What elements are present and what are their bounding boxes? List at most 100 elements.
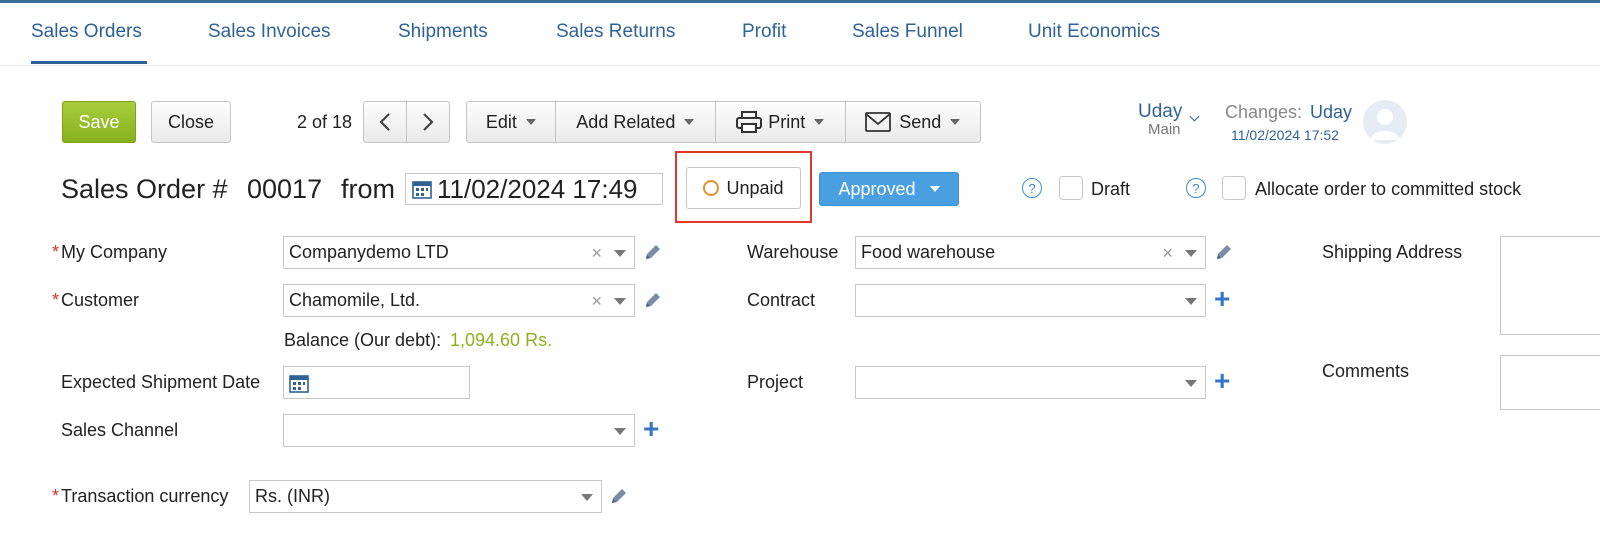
add-related-label: Add Related	[576, 111, 676, 132]
edit-pencil-icon[interactable]	[609, 487, 628, 506]
sales-channel-label: Sales Channel	[61, 420, 179, 440]
prev-record-button[interactable]	[364, 102, 407, 142]
active-tab-indicator	[31, 61, 147, 64]
tab-profit[interactable]: Profit	[742, 21, 786, 43]
chevron-left-icon	[379, 113, 390, 131]
draft-label: Draft	[1091, 179, 1131, 199]
balance-label: Balance (Our debt):	[284, 330, 442, 350]
chevron-down-icon	[814, 119, 825, 125]
clear-icon[interactable]: ×	[1162, 243, 1173, 264]
currency-select[interactable]: Rs. (INR)	[249, 480, 602, 513]
comments-textarea[interactable]	[1500, 355, 1600, 410]
dropdown-arrow-icon[interactable]	[1185, 380, 1197, 387]
help-draft-icon[interactable]: ?	[1022, 178, 1042, 198]
changes-user[interactable]: Uday	[1310, 102, 1352, 123]
tab-sales-orders[interactable]: Sales Orders	[31, 21, 142, 43]
edit-pencil-icon[interactable]	[643, 243, 662, 262]
tab-sales-returns[interactable]: Sales Returns	[556, 21, 675, 43]
clear-icon[interactable]: ×	[591, 243, 602, 264]
tab-shipments[interactable]: Shipments	[398, 21, 488, 43]
send-menu-button[interactable]: Send	[846, 102, 980, 142]
clear-icon[interactable]: ×	[591, 291, 602, 312]
dropdown-arrow-icon[interactable]	[614, 428, 626, 435]
customer-select[interactable]: Chamomile, Ltd. ×	[283, 284, 635, 317]
customer-label: * Customer	[52, 290, 139, 311]
dropdown-arrow-icon[interactable]	[614, 298, 626, 305]
send-label: Send	[899, 111, 942, 132]
calendar-icon[interactable]	[289, 373, 309, 393]
expected-shipment-date-field[interactable]	[283, 366, 470, 399]
draft-checkbox[interactable]	[1059, 176, 1083, 200]
dropdown-arrow-icon[interactable]	[1185, 250, 1197, 257]
dropdown-arrow-icon[interactable]	[581, 494, 593, 501]
my-company-select[interactable]: Companydemo LTD ×	[283, 236, 635, 269]
chevron-right-icon	[422, 113, 434, 131]
contract-label: Contract	[747, 290, 816, 310]
order-number: 00017	[247, 174, 323, 204]
close-button[interactable]: Close	[151, 101, 231, 143]
chevron-down-icon	[525, 119, 536, 125]
required-marker: *	[52, 486, 60, 506]
expected-shipment-label: Expected Shipment Date	[61, 372, 261, 392]
edit-pencil-icon[interactable]	[1214, 243, 1233, 262]
dropdown-arrow-icon[interactable]	[614, 250, 626, 257]
calendar-icon	[412, 181, 432, 199]
allocate-checkbox[interactable]	[1222, 176, 1246, 200]
balance-value: 1,094.60 Rs.	[450, 330, 553, 350]
edit-pencil-icon[interactable]	[643, 291, 662, 310]
print-menu-button[interactable]: Print	[716, 102, 846, 142]
add-related-menu-button[interactable]: Add Related	[556, 102, 717, 142]
save-button[interactable]: Save	[62, 101, 136, 143]
allocate-label: Allocate order to committed stock	[1255, 179, 1522, 199]
user-name: Uday	[1138, 101, 1183, 122]
action-toolbar: Edit Add Related Print Send	[466, 101, 981, 143]
add-project-icon[interactable]: +	[1214, 367, 1230, 395]
comments-label: Comments	[1322, 361, 1410, 381]
approved-label: Approved	[838, 178, 916, 199]
user-switcher[interactable]: Uday	[1138, 101, 1200, 123]
chevron-down-icon	[929, 186, 940, 192]
currency-label-text: Transaction currency	[61, 486, 229, 506]
warehouse-select[interactable]: Food warehouse ×	[855, 236, 1206, 269]
edit-menu-button[interactable]: Edit	[467, 102, 556, 142]
chevron-down-icon	[684, 119, 695, 125]
dropdown-arrow-icon[interactable]	[1185, 298, 1197, 305]
avatar[interactable]	[1363, 100, 1407, 144]
changes-time: 11/02/2024 17:52	[1231, 127, 1339, 143]
my-company-label-text: My Company	[61, 242, 168, 262]
contract-select[interactable]	[855, 284, 1206, 317]
order-date-value: 11/02/2024 17:49	[437, 173, 638, 204]
pager-label: 2 of 18	[297, 112, 353, 132]
my-company-label: * My Company	[52, 242, 167, 263]
order-date-field[interactable]: 11/02/2024 17:49	[405, 173, 663, 205]
shipping-address-label: Shipping Address	[1322, 242, 1463, 262]
tab-sales-funnel[interactable]: Sales Funnel	[852, 21, 963, 43]
changes-label: Changes:	[1225, 102, 1303, 122]
add-sales-channel-icon[interactable]: +	[643, 415, 659, 443]
required-marker: *	[52, 242, 60, 262]
tab-sales-invoices[interactable]: Sales Invoices	[208, 21, 331, 43]
required-marker: *	[52, 290, 60, 310]
printer-icon	[736, 111, 763, 133]
project-select[interactable]	[855, 366, 1206, 399]
help-allocate-icon[interactable]: ?	[1186, 178, 1206, 198]
order-title: Sales Order #	[61, 174, 228, 204]
unpaid-status-button[interactable]: Unpaid	[686, 167, 801, 209]
user-avatar-icon	[1370, 109, 1400, 140]
warehouse-label: Warehouse	[747, 242, 839, 262]
customer-label-text: Customer	[61, 290, 140, 310]
unpaid-circle-icon	[703, 180, 720, 196]
tab-unit-economics[interactable]: Unit Economics	[1028, 21, 1160, 43]
pager-nav	[363, 101, 450, 143]
add-contract-icon[interactable]: +	[1214, 285, 1230, 313]
approved-status-dropdown[interactable]: Approved	[819, 172, 959, 206]
shipping-address-textarea[interactable]	[1500, 236, 1600, 335]
chevron-down-icon	[950, 119, 961, 125]
next-record-button[interactable]	[407, 102, 450, 142]
section-tabs: Sales Orders Sales Invoices Shipments Sa…	[0, 3, 1600, 66]
user-branch: Main	[1148, 121, 1181, 138]
currency-label: * Transaction currency	[52, 486, 228, 507]
envelope-icon	[865, 112, 892, 132]
edit-label: Edit	[485, 111, 517, 132]
sales-channel-select[interactable]	[283, 414, 635, 447]
